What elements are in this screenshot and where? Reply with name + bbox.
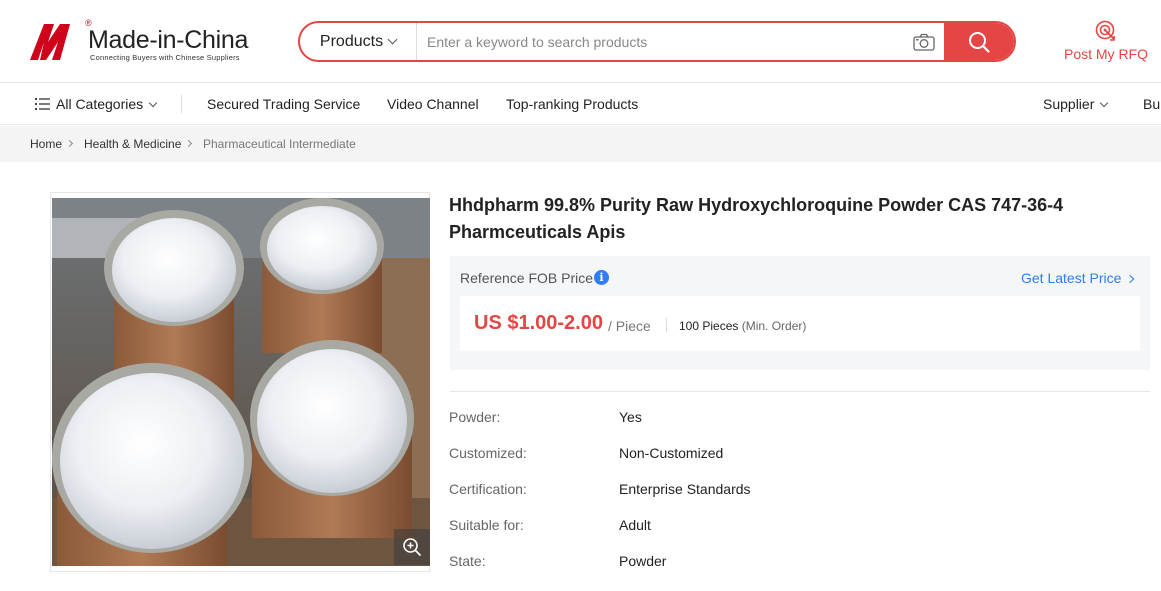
product-gallery[interactable] bbox=[50, 192, 430, 572]
attribute-value: Non-Customized bbox=[619, 445, 724, 461]
breadcrumb: Home Health & Medicine Pharmaceutical In… bbox=[0, 126, 1161, 162]
attribute-key: Customized: bbox=[449, 445, 527, 461]
search-input[interactable] bbox=[417, 23, 904, 60]
attribute-value: Adult bbox=[619, 517, 651, 533]
section-divider bbox=[450, 391, 1150, 392]
attribute-value: Powder bbox=[619, 553, 667, 569]
attribute-key: Powder: bbox=[449, 409, 501, 425]
all-categories-label: All Categories bbox=[56, 96, 144, 112]
attribute-row: Powder: Yes bbox=[449, 409, 1149, 445]
price-divider bbox=[666, 318, 667, 332]
registered-mark: ® bbox=[85, 18, 92, 28]
attribute-value: Yes bbox=[619, 409, 642, 425]
breadcrumb-health-medicine[interactable]: Health & Medicine bbox=[84, 137, 181, 151]
price-unit: / Piece bbox=[608, 318, 651, 334]
target-icon bbox=[1095, 20, 1115, 41]
reference-price-label: Reference FOB Price bbox=[460, 270, 594, 286]
product-title: Hhdpharm 99.8% Purity Raw Hydroxychloroq… bbox=[449, 195, 1064, 242]
brand-name: Made-in-China bbox=[88, 26, 249, 54]
site-header: Made-in-China Connecting Buyers with Chi… bbox=[0, 0, 1161, 83]
nav-item-video-channel[interactable]: Video Channel bbox=[387, 96, 479, 112]
zoom-button[interactable] bbox=[394, 529, 430, 565]
attribute-row: Certification: Enterprise Standards bbox=[449, 481, 1149, 517]
attribute-key: State: bbox=[449, 553, 486, 569]
made-in-china-logo-icon bbox=[30, 24, 70, 60]
search-icon bbox=[969, 31, 990, 53]
price-details: US $1.00-2.00 / Piece 100 Pieces (Min. O… bbox=[460, 296, 1140, 351]
search-button[interactable] bbox=[944, 23, 1014, 60]
price-panel: Reference FOB Price i Get Latest Price U… bbox=[450, 256, 1150, 370]
info-icon[interactable]: i bbox=[594, 270, 609, 285]
chevron-down-icon bbox=[148, 98, 158, 108]
breadcrumb-home[interactable]: Home bbox=[30, 137, 62, 151]
brand-tagline: Connecting Buyers with Chinese Suppliers bbox=[90, 53, 240, 62]
attribute-row: State: Powder bbox=[449, 553, 1149, 589]
product-photo-image bbox=[52, 198, 430, 566]
get-latest-price-label: Get Latest Price bbox=[1021, 270, 1122, 286]
attribute-row: Suitable for: Adult bbox=[449, 517, 1149, 553]
min-order-value: 100 Pieces bbox=[679, 319, 739, 333]
nav-divider bbox=[181, 95, 182, 113]
chevron-down-icon bbox=[387, 34, 398, 45]
image-search-button[interactable] bbox=[904, 23, 944, 60]
product-attributes: Powder: Yes Customized: Non-Customized C… bbox=[449, 409, 1149, 589]
search-category-label: Products bbox=[319, 32, 384, 50]
search-bar: Products bbox=[298, 21, 1016, 62]
min-order-label: (Min. Order) bbox=[741, 319, 807, 333]
menu-icon bbox=[35, 98, 50, 110]
nav-item-top-ranking[interactable]: Top-ranking Products bbox=[506, 96, 638, 112]
camera-icon bbox=[913, 33, 935, 51]
post-rfq-link[interactable]: Post My RFQ bbox=[1060, 20, 1152, 62]
attribute-value: Enterprise Standards bbox=[619, 481, 751, 497]
get-latest-price-link[interactable]: Get Latest Price bbox=[1021, 270, 1135, 286]
chevron-right-icon bbox=[65, 139, 74, 148]
product-photo[interactable] bbox=[52, 198, 430, 566]
attribute-key: Certification: bbox=[449, 481, 527, 497]
zoom-icon bbox=[403, 538, 421, 556]
search-category-select[interactable]: Products bbox=[300, 23, 417, 60]
all-categories-menu[interactable]: All Categories bbox=[35, 96, 158, 112]
breadcrumb-current[interactable]: Pharmaceutical Intermediate bbox=[203, 137, 356, 151]
brand-logo[interactable]: Made-in-China Connecting Buyers with Chi… bbox=[30, 18, 248, 64]
supplier-label: Supplier bbox=[1043, 96, 1095, 112]
main-nav: All Categories Secured Trading Service V… bbox=[0, 84, 1161, 125]
post-rfq-label: Post My RFQ bbox=[1063, 46, 1148, 62]
supplier-menu[interactable]: Supplier bbox=[1043, 96, 1109, 112]
attribute-row: Customized: Non-Customized bbox=[449, 445, 1149, 481]
nav-item-secured-trading[interactable]: Secured Trading Service bbox=[207, 96, 360, 112]
attribute-key: Suitable for: bbox=[449, 517, 524, 533]
chevron-right-icon bbox=[184, 139, 193, 148]
chevron-right-icon bbox=[1126, 274, 1135, 284]
buyer-menu[interactable]: Bu bbox=[1143, 96, 1160, 112]
chevron-down-icon bbox=[1100, 98, 1109, 108]
price-range: US $1.00-2.00 bbox=[474, 312, 603, 334]
min-order: 100 Pieces (Min. Order) bbox=[679, 319, 806, 333]
